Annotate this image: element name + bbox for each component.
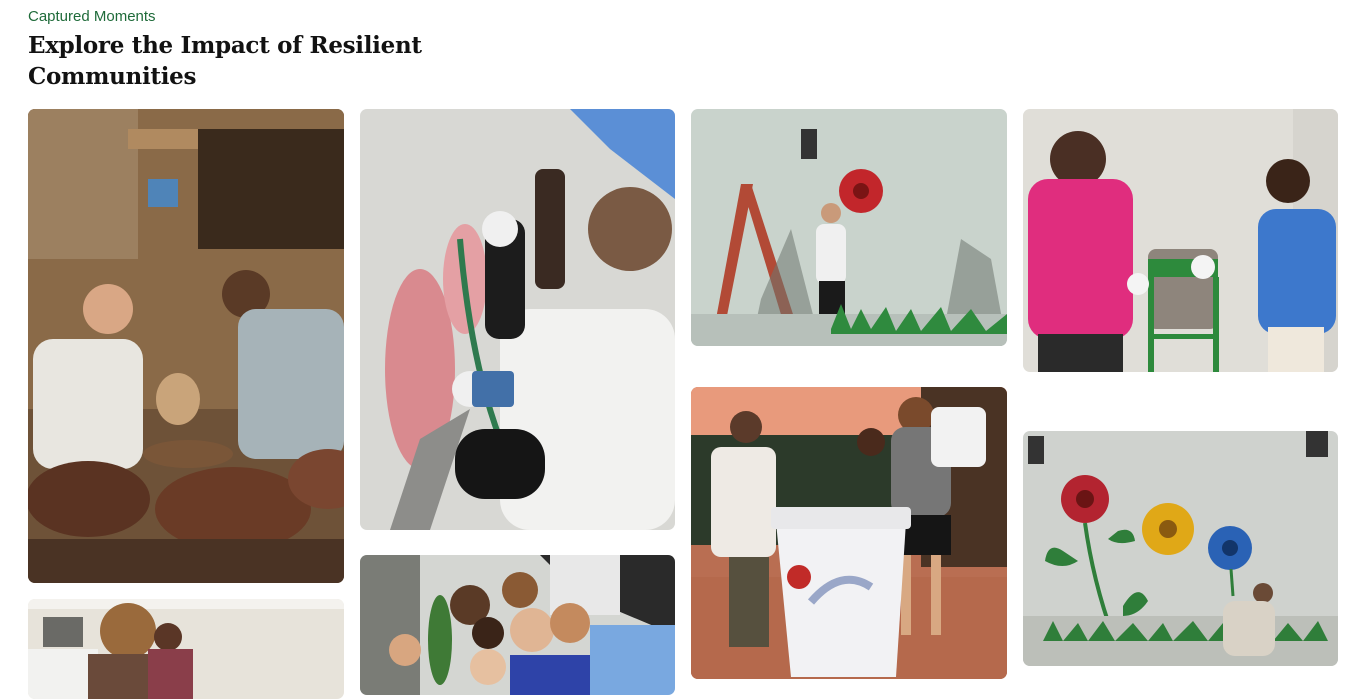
green-bin-photo-image: [1023, 109, 1338, 372]
section-eyebrow: Captured Moments: [28, 8, 156, 25]
table-photo-image: [28, 599, 344, 699]
mural-photo-image: [1023, 431, 1338, 666]
gallery-header: Captured Moments Explore the Impact of R…: [28, 8, 448, 92]
photo-three-flower-mural[interactable]: [1023, 431, 1338, 666]
photo-pottery-workshop[interactable]: [28, 109, 344, 583]
photo-group-selfie[interactable]: [360, 555, 675, 695]
page-title: Explore the Impact of Resilient Communit…: [28, 32, 422, 90]
pottery-photo-image: [28, 109, 344, 583]
trash-bin-photo-image: [691, 387, 1007, 679]
red-flower-photo-image: [691, 109, 1007, 346]
pink-flower-photo-image: [360, 109, 675, 530]
photo-painting-trash-bin[interactable]: [691, 387, 1007, 679]
photo-volunteers-at-table[interactable]: [28, 599, 344, 699]
selfie-photo-image: [360, 555, 675, 695]
photo-green-bin-stand[interactable]: [1023, 109, 1338, 372]
photo-painting-pink-flower[interactable]: [360, 109, 675, 530]
photo-red-flower-wall[interactable]: [691, 109, 1007, 346]
